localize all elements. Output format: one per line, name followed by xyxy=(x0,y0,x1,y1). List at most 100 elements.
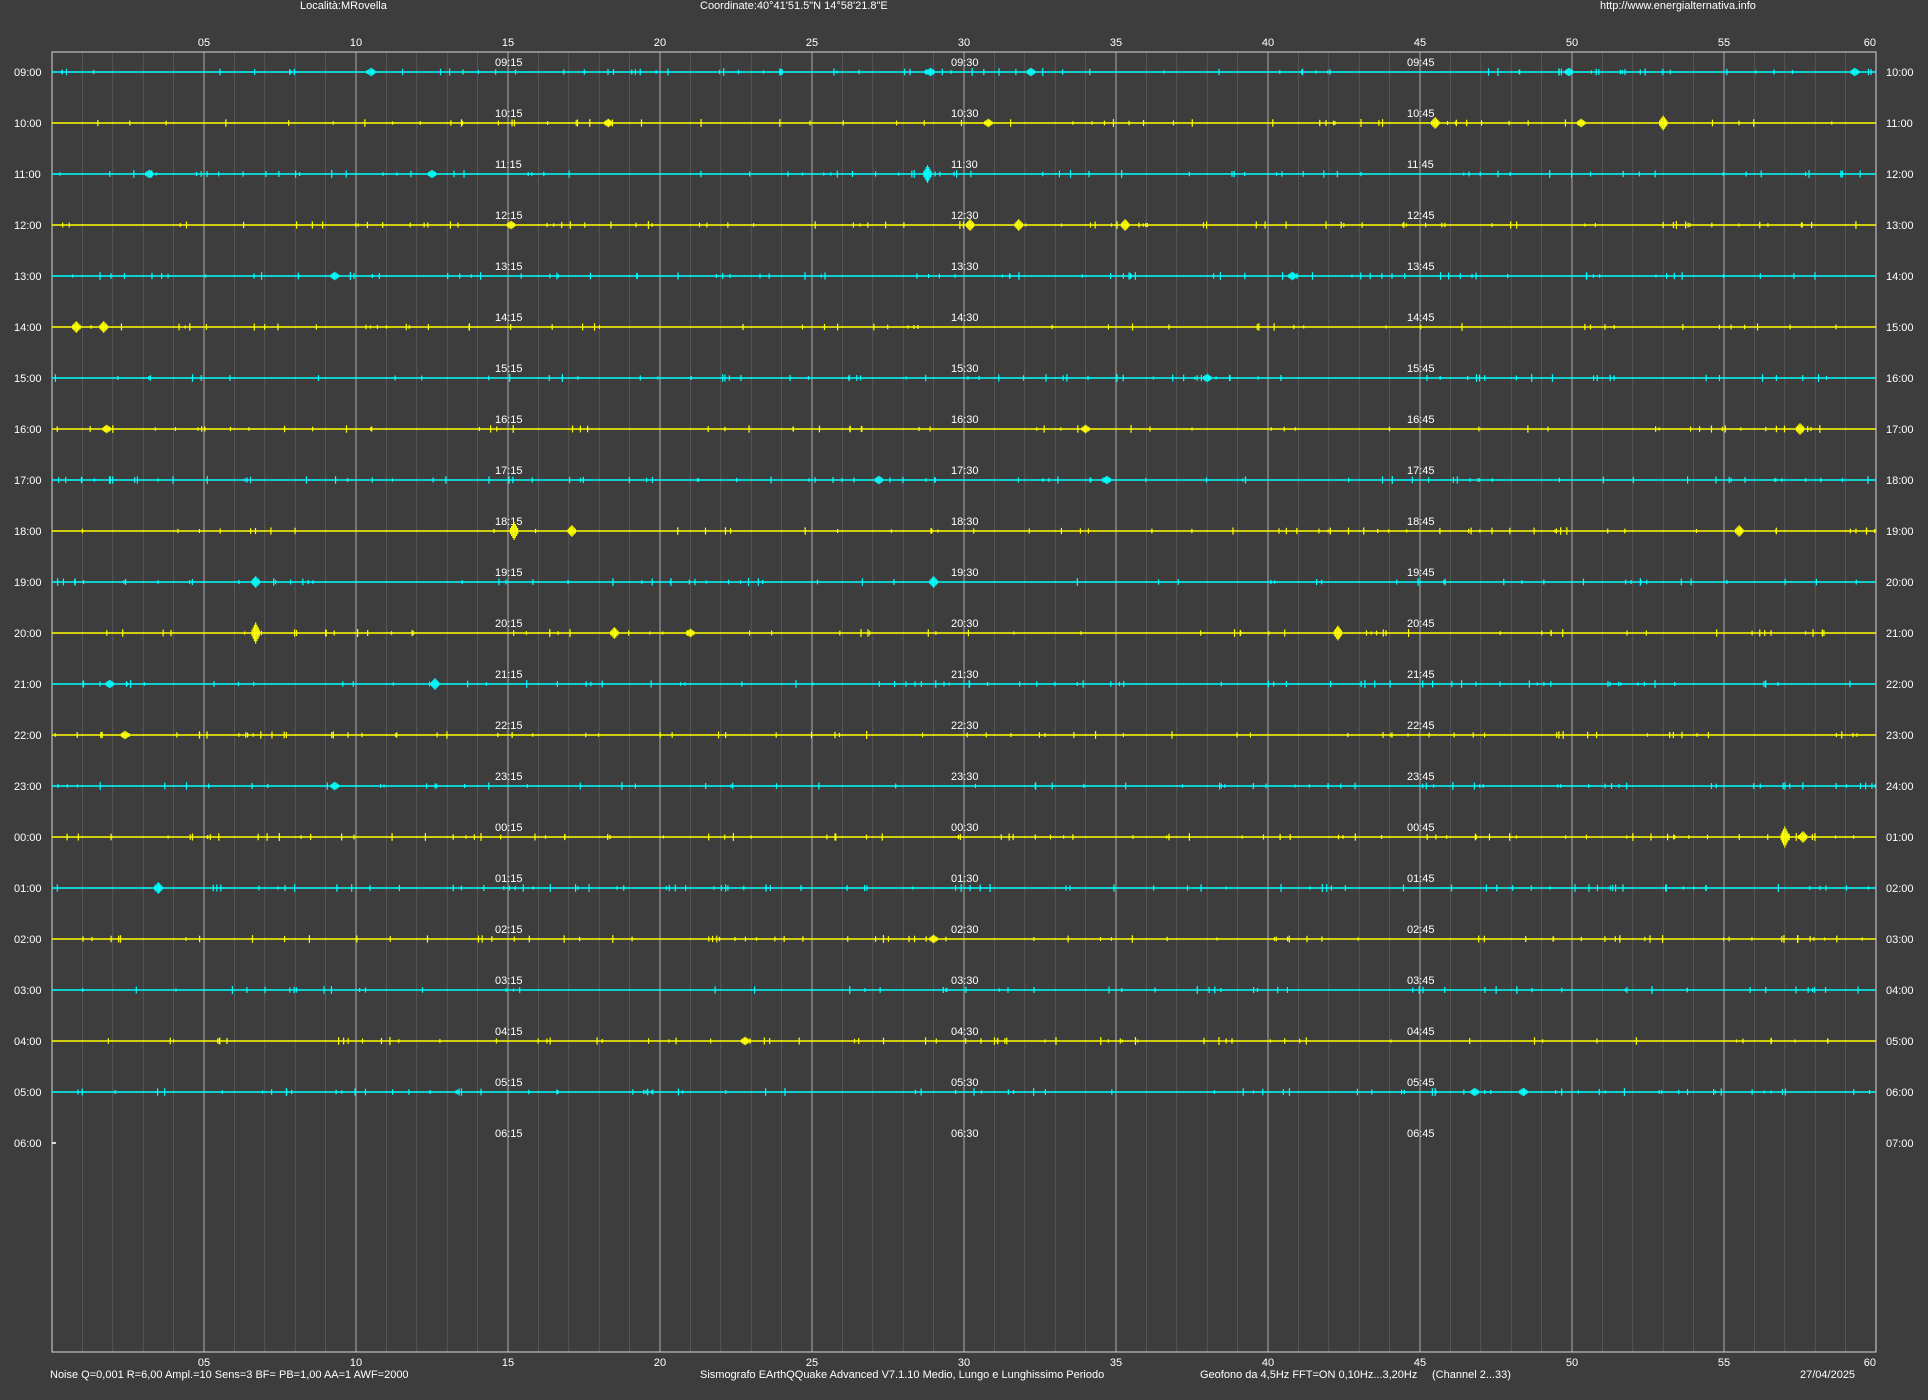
row-quarter-label: 05:30 xyxy=(951,1077,979,1089)
row-quarter-label: 00:15 xyxy=(495,822,523,834)
row-quarter-label: 13:45 xyxy=(1407,261,1435,273)
row-quarter-label: 09:15 xyxy=(495,57,523,69)
row-hour-label-left: 12:00 xyxy=(14,220,42,232)
sensor-label: Geofono da 4,5Hz FFT=ON 0,10Hz...3,20Hz xyxy=(1200,1369,1418,1381)
row-quarter-label: 00:30 xyxy=(951,822,979,834)
software-label: Sismografo EArthQQuake Advanced V7.1.10 … xyxy=(700,1369,1105,1381)
row-hour-label-right: 02:00 xyxy=(1886,883,1914,895)
row-quarter-label: 16:30 xyxy=(951,414,979,426)
x-tick-label-bottom: 45 xyxy=(1414,1357,1426,1369)
row-quarter-label: 09:45 xyxy=(1407,57,1435,69)
row-quarter-label: 18:30 xyxy=(951,516,979,528)
row-hour-label-right: 20:00 xyxy=(1886,577,1914,589)
x-tick-label-top: 15 xyxy=(502,37,514,49)
row-hour-label-right: 07:00 xyxy=(1886,1138,1914,1150)
row-hour-label-right: 19:00 xyxy=(1886,526,1914,538)
x-tick-label-bottom: 50 xyxy=(1566,1357,1578,1369)
row-hour-label-right: 10:00 xyxy=(1886,67,1914,79)
x-tick-label-top: 35 xyxy=(1110,37,1122,49)
row-hour-label-left: 23:00 xyxy=(14,781,42,793)
row-hour-label-left: 09:00 xyxy=(14,67,42,79)
row-quarter-label: 12:45 xyxy=(1407,210,1435,222)
row-quarter-label: 14:45 xyxy=(1407,312,1435,324)
x-tick-label-bottom: 55 xyxy=(1718,1357,1730,1369)
row-hour-label-left: 17:00 xyxy=(14,475,42,487)
row-hour-label-left: 21:00 xyxy=(14,679,42,691)
x-tick-label-top: 10 xyxy=(350,37,362,49)
row-hour-label-right: 24:00 xyxy=(1886,781,1914,793)
row-quarter-label: 05:45 xyxy=(1407,1077,1435,1089)
row-quarter-label: 20:45 xyxy=(1407,618,1435,630)
row-hour-label-left: 06:00 xyxy=(14,1138,42,1150)
x-tick-label-top: 30 xyxy=(958,37,970,49)
row-hour-label-right: 16:00 xyxy=(1886,373,1914,385)
row-hour-label-right: 13:00 xyxy=(1886,220,1914,232)
row-hour-label-right: 18:00 xyxy=(1886,475,1914,487)
date-label: 27/04/2025 xyxy=(1800,1369,1856,1381)
row-quarter-label: 01:15 xyxy=(495,873,523,885)
row-quarter-label: 09:30 xyxy=(951,57,979,69)
row-hour-label-left: 05:00 xyxy=(14,1087,42,1099)
row-quarter-label: 20:30 xyxy=(951,618,979,630)
row-quarter-label: 10:30 xyxy=(951,108,979,120)
row-quarter-label: 12:30 xyxy=(951,210,979,222)
row-quarter-label: 17:15 xyxy=(495,465,523,477)
row-quarter-label: 04:45 xyxy=(1407,1026,1435,1038)
row-quarter-label: 03:30 xyxy=(951,975,979,987)
row-quarter-label: 06:45 xyxy=(1407,1128,1435,1140)
row-quarter-label: 19:45 xyxy=(1407,567,1435,579)
channels-label: (Channel 2...33) xyxy=(1432,1369,1511,1381)
row-quarter-label: 22:30 xyxy=(951,720,979,732)
row-quarter-label: 15:15 xyxy=(495,363,523,375)
row-quarter-label: 00:45 xyxy=(1407,822,1435,834)
row-quarter-label: 19:15 xyxy=(495,567,523,579)
x-tick-label-top: 60 xyxy=(1864,37,1876,49)
row-hour-label-left: 22:00 xyxy=(14,730,42,742)
row-quarter-label: 21:15 xyxy=(495,669,523,681)
x-tick-label-top: 05 xyxy=(198,37,210,49)
x-tick-label-bottom: 05 xyxy=(198,1357,210,1369)
row-quarter-label: 12:15 xyxy=(495,210,523,222)
row-hour-label-left: 02:00 xyxy=(14,934,42,946)
x-tick-label-top: 40 xyxy=(1262,37,1274,49)
x-tick-label-top: 25 xyxy=(806,37,818,49)
row-hour-label-right: 23:00 xyxy=(1886,730,1914,742)
row-quarter-label: 17:45 xyxy=(1407,465,1435,477)
row-hour-label-left: 11:00 xyxy=(14,169,41,181)
row-hour-label-left: 14:00 xyxy=(14,322,42,334)
row-quarter-label: 23:45 xyxy=(1407,771,1435,783)
row-hour-label-left: 20:00 xyxy=(14,628,42,640)
row-quarter-label: 21:45 xyxy=(1407,669,1435,681)
row-hour-label-right: 03:00 xyxy=(1886,934,1914,946)
x-tick-label-bottom: 40 xyxy=(1262,1357,1274,1369)
row-quarter-label: 10:15 xyxy=(495,108,523,120)
row-hour-label-right: 12:00 xyxy=(1886,169,1914,181)
x-tick-label-bottom: 20 xyxy=(654,1357,666,1369)
x-tick-label-bottom: 30 xyxy=(958,1357,970,1369)
row-hour-label-right: 06:00 xyxy=(1886,1087,1914,1099)
row-quarter-label: 04:30 xyxy=(951,1026,979,1038)
row-hour-label-right: 22:00 xyxy=(1886,679,1914,691)
x-tick-label-top: 50 xyxy=(1566,37,1578,49)
row-hour-label-left: 19:00 xyxy=(14,577,42,589)
row-hour-label-left: 15:00 xyxy=(14,373,42,385)
x-tick-label-top: 20 xyxy=(654,37,666,49)
row-hour-label-left: 16:00 xyxy=(14,424,42,436)
row-hour-label-left: 04:00 xyxy=(14,1036,42,1048)
row-quarter-label: 18:45 xyxy=(1407,516,1435,528)
row-quarter-label: 03:15 xyxy=(495,975,523,987)
row-quarter-label: 13:30 xyxy=(951,261,979,273)
row-hour-label-right: 01:00 xyxy=(1886,832,1914,844)
row-quarter-label: 15:45 xyxy=(1407,363,1435,375)
row-hour-label-right: 11:00 xyxy=(1886,118,1913,130)
row-quarter-label: 10:45 xyxy=(1407,108,1435,120)
row-hour-label-right: 14:00 xyxy=(1886,271,1914,283)
row-hour-label-right: 05:00 xyxy=(1886,1036,1914,1048)
row-quarter-label: 02:30 xyxy=(951,924,979,936)
row-hour-label-left: 03:00 xyxy=(14,985,42,997)
row-hour-label-left: 10:00 xyxy=(14,118,42,130)
row-quarter-label: 04:15 xyxy=(495,1026,523,1038)
row-quarter-label: 01:30 xyxy=(951,873,979,885)
row-quarter-label: 14:15 xyxy=(495,312,523,324)
row-quarter-label: 18:15 xyxy=(495,516,523,528)
